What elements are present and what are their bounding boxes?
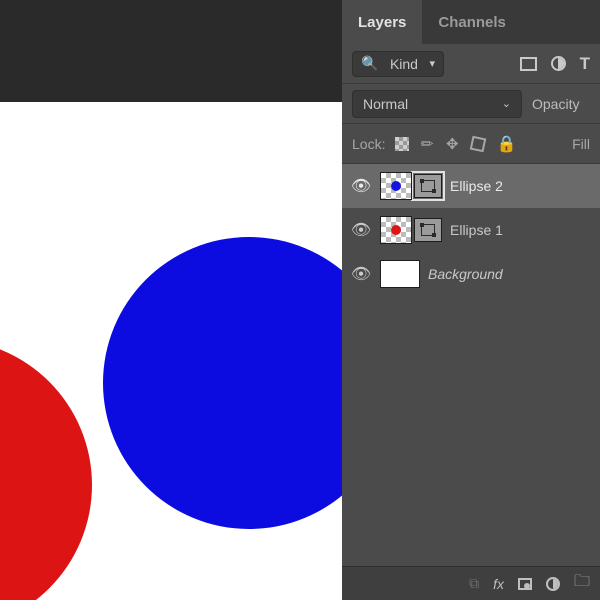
chevron-down-icon: ⌄	[502, 97, 511, 110]
red-ellipse-shape[interactable]	[0, 339, 92, 600]
layer-row-ellipse-2[interactable]: 👁 Ellipse 2	[342, 164, 600, 208]
lock-label: Lock:	[352, 136, 385, 152]
layers-list: 👁 Ellipse 2 👁 Ellipse 1	[342, 164, 600, 296]
shape-preview-blue	[391, 181, 401, 191]
visibility-toggle[interactable]: 👁	[350, 176, 372, 196]
visibility-toggle[interactable]: 👁	[350, 264, 372, 284]
panel-tabs: Layers Channels	[342, 0, 600, 44]
canvas-area[interactable]	[0, 0, 342, 600]
filter-kind-select[interactable]: 🔍 Kind ▾	[352, 51, 444, 77]
layers-panel-footer: ⧉ fx 🗀	[342, 566, 600, 600]
blend-mode-value: Normal	[363, 96, 408, 112]
layer-filter-row: 🔍 Kind ▾ T	[342, 44, 600, 84]
lock-row: Lock: ✎ ✥ 🔒 Fill	[342, 124, 600, 164]
link-layers-icon[interactable]: ⧉	[469, 575, 479, 592]
fill-label: Fill	[572, 136, 590, 152]
lock-transparency-icon[interactable]	[395, 137, 409, 151]
blend-mode-select[interactable]: Normal ⌄	[352, 90, 522, 118]
shape-preview-red	[391, 225, 401, 235]
tab-channels[interactable]: Channels	[422, 0, 522, 44]
layer-fx-icon[interactable]: fx	[493, 576, 504, 592]
layer-thumbnail[interactable]	[380, 260, 420, 288]
blend-mode-row: Normal ⌄ Opacity	[342, 84, 600, 124]
layer-row-ellipse-1[interactable]: 👁 Ellipse 1	[342, 208, 600, 252]
layer-name[interactable]: Ellipse 1	[450, 222, 503, 238]
vector-mask-thumbnail[interactable]	[414, 174, 442, 198]
search-icon: 🔍	[361, 55, 378, 72]
layer-thumbnail[interactable]	[380, 216, 412, 244]
new-group-icon[interactable]: 🗀	[574, 570, 590, 597]
filter-pixel-icon[interactable]	[520, 57, 537, 71]
vector-mask-thumbnail[interactable]	[414, 218, 442, 242]
layers-panel: Layers Channels 🔍 Kind ▾ T Normal ⌄ Opac…	[342, 0, 600, 600]
tab-layers[interactable]: Layers	[342, 0, 422, 44]
layer-thumbnail[interactable]	[380, 172, 412, 200]
add-mask-icon[interactable]	[518, 578, 532, 590]
filter-adjustment-icon[interactable]	[551, 56, 566, 71]
layer-name[interactable]: Ellipse 2	[450, 178, 503, 194]
visibility-toggle[interactable]: 👁	[350, 220, 372, 240]
adjustment-layer-icon[interactable]	[546, 577, 560, 591]
blue-ellipse-shape[interactable]	[103, 237, 342, 529]
lock-all-icon[interactable]: 🔒	[497, 134, 517, 154]
lock-artboard-icon[interactable]	[469, 135, 486, 152]
document-canvas[interactable]	[0, 102, 342, 600]
opacity-label: Opacity	[532, 96, 579, 112]
chevron-down-icon: ▾	[429, 57, 435, 70]
filter-kind-label: Kind	[390, 56, 418, 72]
canvas-background	[0, 0, 342, 102]
layer-name[interactable]: Background	[428, 266, 503, 282]
layer-row-background[interactable]: 👁 Background	[342, 252, 600, 296]
lock-pixels-icon[interactable]: ✎	[417, 133, 439, 155]
filter-type-icon[interactable]: T	[580, 54, 590, 74]
lock-position-icon[interactable]: ✥	[446, 135, 459, 153]
